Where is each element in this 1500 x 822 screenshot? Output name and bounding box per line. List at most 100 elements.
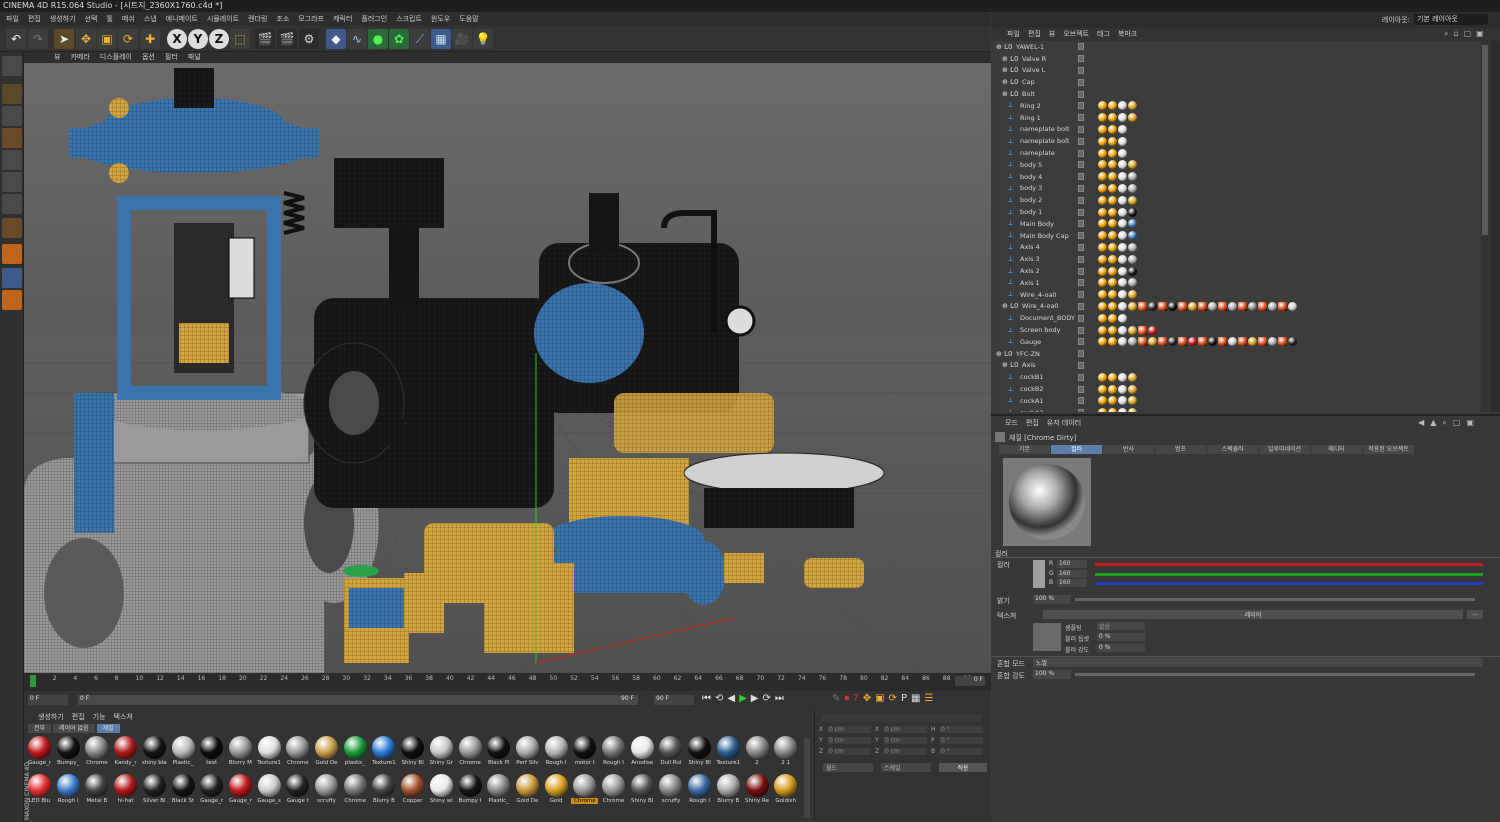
material-tag-icon[interactable] xyxy=(1128,278,1137,288)
object-row[interactable]: ⟂ cockB1 xyxy=(994,371,1480,383)
lock-icon[interactable]: ▢ xyxy=(1453,418,1461,428)
material-menu-item[interactable]: 생성하기 xyxy=(38,712,64,722)
visibility-toggle-icon[interactable] xyxy=(1078,255,1084,263)
texture-menu-button[interactable]: … xyxy=(1467,610,1483,619)
workplane-mode-icon[interactable] xyxy=(2,128,22,148)
material-tag-icon[interactable] xyxy=(1108,136,1117,146)
material-filter-tab[interactable]: 재질 xyxy=(96,724,120,733)
object-row[interactable]: ⟂ Axis 3 xyxy=(994,253,1480,265)
material-tag-icon[interactable] xyxy=(1168,337,1177,347)
visibility-toggle-icon[interactable] xyxy=(1078,55,1084,63)
material-tag-icon[interactable] xyxy=(1108,195,1117,205)
render-view-icon[interactable]: 🎬 xyxy=(255,29,275,49)
light-icon[interactable]: 💡 xyxy=(473,29,493,49)
object-menu-item[interactable]: 파일 xyxy=(1007,28,1020,41)
object-row[interactable]: ⟂ Main Body Cap xyxy=(994,230,1480,242)
material-tag-icon[interactable] xyxy=(1098,124,1107,134)
expand-icon[interactable]: ⊕ L0 xyxy=(996,350,1012,358)
material-tag-icon[interactable] xyxy=(1118,278,1127,288)
material-tag-icon[interactable] xyxy=(1188,301,1197,311)
viewport-menu-item[interactable]: 카메라 xyxy=(70,52,89,63)
coord-value-field[interactable]: 0 cm xyxy=(827,737,871,744)
object-row[interactable]: ⟂ body 3 xyxy=(994,183,1480,195)
material-tag-icon[interactable] xyxy=(1098,136,1107,146)
visibility-toggle-icon[interactable] xyxy=(1078,125,1084,133)
material-tag-icon[interactable] xyxy=(1108,242,1117,252)
channel-slider[interactable] xyxy=(1095,563,1483,566)
visibility-toggle-icon[interactable] xyxy=(1078,302,1084,310)
timeline-window-icon[interactable]: ☰ xyxy=(924,693,933,704)
nurbs-icon[interactable]: ● xyxy=(368,29,388,49)
material-tag-icon[interactable] xyxy=(1128,183,1137,193)
material-tag-icon[interactable] xyxy=(1128,290,1137,300)
goto-end-icon[interactable]: ⏭ xyxy=(775,693,784,704)
visibility-toggle-icon[interactable] xyxy=(1078,90,1084,98)
material-swatch[interactable]: Shiny wl xyxy=(428,774,455,804)
coord-value-field[interactable]: 0 cm xyxy=(827,748,871,755)
material-tag-icon[interactable] xyxy=(1128,207,1137,217)
material-tag-icon[interactable] xyxy=(1108,396,1117,406)
material-tag-icon[interactable] xyxy=(1108,266,1117,276)
visibility-toggle-icon[interactable] xyxy=(1078,350,1084,358)
menu-item[interactable]: 윈도우 xyxy=(431,14,450,24)
material-swatch[interactable]: Metal B xyxy=(83,774,110,804)
spline-icon[interactable]: ∿ xyxy=(347,29,367,49)
material-tag-icon[interactable] xyxy=(1128,113,1137,123)
blur-scale-field[interactable]: 0 % xyxy=(1097,644,1145,652)
object-row[interactable]: ⟂ cockA2 xyxy=(994,407,1480,412)
material-tag-icon[interactable] xyxy=(1118,148,1127,158)
material-tag-icon[interactable] xyxy=(1108,207,1117,217)
material-swatch[interactable]: Dull Rul xyxy=(657,736,684,766)
material-tag-icon[interactable] xyxy=(1208,337,1217,347)
attribute-tab[interactable]: 스펙큘러 xyxy=(1207,445,1258,454)
material-swatch[interactable]: Blurry B xyxy=(715,774,742,804)
attribute-tab[interactable]: 범프 xyxy=(1155,445,1206,454)
material-tag-icon[interactable] xyxy=(1158,301,1167,311)
back-arrow-icon[interactable]: ◀ xyxy=(1418,418,1424,428)
material-swatch[interactable]: Chrome xyxy=(83,736,110,766)
goto-start-icon[interactable]: ⏮ xyxy=(702,693,711,704)
material-swatch[interactable]: Chrome xyxy=(571,774,599,804)
material-tag-icon[interactable] xyxy=(1128,242,1137,252)
material-tag-icon[interactable] xyxy=(1228,337,1237,347)
material-tag-icon[interactable] xyxy=(1198,301,1207,311)
material-tag-icon[interactable] xyxy=(1128,231,1137,241)
material-swatch[interactable]: Perf Silv xyxy=(514,736,541,766)
material-tag-icon[interactable] xyxy=(1128,160,1137,170)
material-tag-icon[interactable] xyxy=(1118,396,1127,406)
material-swatch[interactable]: Plastic_ xyxy=(485,774,512,804)
material-swatch[interactable]: Copper xyxy=(399,774,426,804)
material-swatch[interactable]: shiny bla xyxy=(141,736,168,766)
material-tag-icon[interactable] xyxy=(1108,384,1117,394)
menu-item[interactable]: 모그라프 xyxy=(298,14,324,24)
prev-frame-icon[interactable]: ◀ xyxy=(727,693,735,704)
material-tag-icon[interactable] xyxy=(1148,325,1157,335)
expand-icon[interactable]: ⊕ L0 xyxy=(1002,361,1018,369)
array-icon[interactable]: ✿ xyxy=(389,29,409,49)
material-tag-icon[interactable] xyxy=(1138,325,1147,335)
material-tag-icon[interactable] xyxy=(1098,325,1107,335)
axis-mode-icon[interactable] xyxy=(2,218,22,238)
timeline-end-field[interactable]: 0 F xyxy=(955,676,985,686)
material-swatch[interactable]: Shiny Bl xyxy=(629,774,656,804)
material-tag-icon[interactable] xyxy=(1118,301,1127,311)
position-key-icon[interactable]: ✥ xyxy=(863,693,871,704)
viewport-menu-item[interactable]: 뷰 xyxy=(54,52,60,63)
material-tag-icon[interactable] xyxy=(1098,219,1107,229)
record-icon[interactable]: ✎ xyxy=(832,693,840,704)
material-tag-icon[interactable] xyxy=(1128,396,1137,406)
blur-offset-field[interactable]: 0 % xyxy=(1097,633,1145,641)
material-filter-tab[interactable]: 전부 xyxy=(28,724,52,733)
z-axis-icon[interactable]: Z xyxy=(209,29,229,49)
material-tag-icon[interactable] xyxy=(1098,278,1107,288)
coord-value-field[interactable]: 0 ° xyxy=(939,748,983,755)
brightness-slider[interactable] xyxy=(1075,598,1475,601)
material-tag-icon[interactable] xyxy=(1108,113,1117,123)
object-row[interactable]: ⊕ L0 Cap xyxy=(994,76,1480,88)
material-swatch[interactable]: Shiny Re xyxy=(744,774,771,804)
material-tag-icon[interactable] xyxy=(1118,113,1127,123)
texture-field[interactable]: 레이어 xyxy=(1043,610,1463,619)
expand-icon[interactable]: ⊕ L0 xyxy=(1002,302,1018,310)
material-swatch[interactable]: Rough I xyxy=(543,736,570,766)
material-tag-icon[interactable] xyxy=(1128,408,1137,412)
